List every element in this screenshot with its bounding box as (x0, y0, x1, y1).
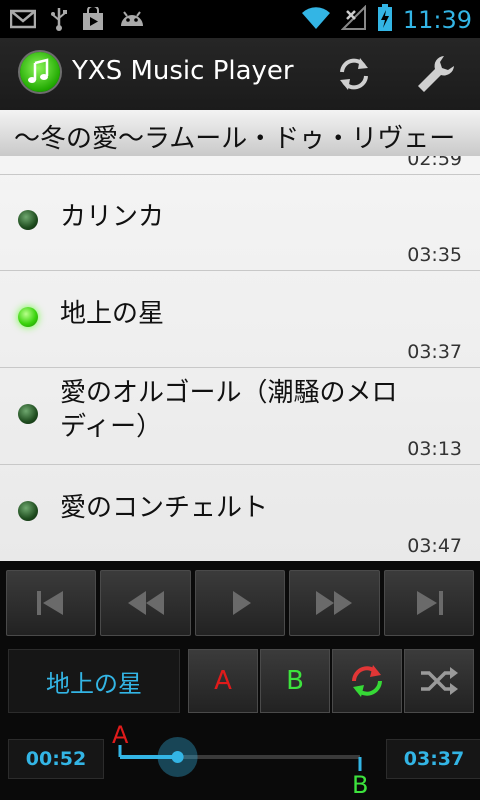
transport-bar (6, 570, 475, 636)
no-signal-icon (340, 4, 367, 35)
status-dot-icon (18, 404, 38, 424)
player-controls: 地上の星 A B 00:52 03:37 A B (0, 561, 480, 800)
settings-button[interactable] (412, 50, 460, 98)
gmail-icon (9, 9, 37, 33)
repeat-button[interactable] (332, 649, 402, 713)
usb-icon (50, 6, 68, 36)
status-dot-icon (18, 501, 38, 521)
status-clock: 11:39 (402, 6, 472, 34)
rewind-button[interactable] (100, 570, 191, 636)
playlist-name: ～冬の愛～ラムール・ドゥ・リヴェー (14, 124, 456, 154)
song-title: 地上の星 (60, 299, 165, 329)
rewind-icon (127, 591, 164, 615)
set-point-a-button[interactable]: A (188, 649, 258, 713)
playlist-header[interactable]: ～冬の愛～ラムール・ドゥ・リヴェー (0, 110, 480, 157)
point-b-marker-label: B (352, 771, 368, 797)
shuffle-icon (421, 667, 458, 695)
song-duration: 03:47 (407, 535, 462, 557)
list-item[interactable]: 愛のコンチェルト 03:47 (0, 465, 480, 561)
android-icon (118, 8, 146, 34)
song-duration: 03:37 (407, 341, 462, 363)
list-item-playing[interactable]: 地上の星 03:37 (0, 271, 480, 368)
song-duration: 03:13 (407, 438, 462, 460)
fast-forward-button[interactable] (289, 570, 380, 636)
set-point-b-button[interactable]: B (260, 649, 330, 713)
skip-previous-button[interactable] (6, 570, 97, 636)
battery-charging-icon (377, 4, 393, 36)
seek-bar[interactable]: A B (100, 721, 386, 797)
now-playing-title: 地上の星 (8, 649, 180, 713)
store-icon (82, 5, 104, 35)
list-item[interactable]: カリンカ 03:35 (0, 174, 480, 271)
skip-previous-icon (37, 591, 64, 615)
total-time: 03:37 (386, 739, 480, 779)
refresh-button[interactable] (330, 50, 378, 98)
fast-forward-icon (316, 591, 353, 615)
playing-dot-icon (18, 307, 38, 327)
wifi-icon (301, 5, 331, 35)
list-item-duration-partial: 02:59 (407, 156, 462, 170)
action-bar: YXS Music Player (0, 38, 480, 110)
refresh-icon (340, 58, 368, 90)
song-title: 愛のコンチェルト (60, 493, 269, 523)
status-dot-icon (18, 210, 38, 230)
list-item[interactable]: 愛のオルゴール（潮騒のメロディー） 03:13 (0, 368, 480, 465)
seek-thumb[interactable] (157, 737, 198, 777)
play-icon (233, 591, 252, 615)
point-a-marker-label: A (112, 721, 129, 749)
elapsed-time: 00:52 (8, 739, 104, 779)
app-logo-music-note-icon[interactable] (20, 52, 60, 92)
wrench-icon (418, 56, 454, 92)
play-button[interactable] (194, 570, 286, 636)
song-title: カリンカ (60, 202, 165, 232)
song-duration: 03:35 (407, 244, 462, 266)
repeat-icon (352, 665, 382, 697)
status-bar: 11:39 (0, 0, 480, 38)
song-title: 愛のオルゴール（潮騒のメロディー） (60, 378, 398, 442)
shuffle-button[interactable] (404, 649, 474, 713)
skip-next-icon (416, 591, 443, 615)
app-title: YXS Music Player (72, 56, 294, 86)
skip-next-button[interactable] (383, 570, 475, 636)
song-list[interactable]: 02:59 カリンカ 03:35 地上の星 03:37 愛のオルゴール（潮騒のメ… (0, 156, 480, 561)
